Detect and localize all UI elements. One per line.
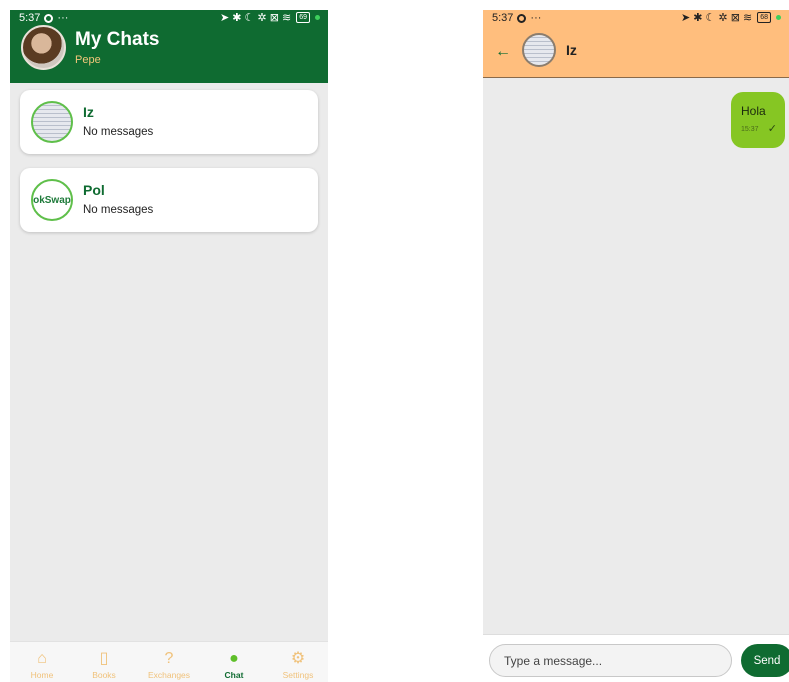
chat-avatar: okSwap [31,179,73,221]
book-icon: ▯ [99,650,109,667]
nav-exchanges[interactable]: ? Exchanges [137,642,201,682]
gear-icon: ⚙ [290,650,306,667]
nav-settings[interactable]: ⚙ Settings [266,642,328,682]
nav-label: Chat [224,670,244,680]
conversation-header: 5:37 ··· ➤ ✱ ☾ ✲ ⊠ ≋ 68 ← Iz [483,10,789,78]
battery-icon: 69 [296,12,310,23]
question-icon: ? [164,650,174,667]
nav-label: Settings [282,670,314,680]
chat-list-screen: 5:37 ··· ➤ ✱ ☾ ✲ ⊠ ≋ 69 My Chats Pepe Iz… [10,10,328,682]
home-icon: ⌂ [37,650,47,667]
status-time: 5:37 [19,12,41,24]
status-time: 5:37 [492,12,514,24]
status-icons: ➤ ✱ ☾ ✲ ⊠ ≋ [680,12,753,24]
chat-name: Pol [83,182,105,198]
send-button[interactable]: Send [741,644,789,677]
message-input[interactable] [489,644,732,677]
message-bubble: Hola 15:37 ✓ [731,92,785,148]
indicator-dot-icon [776,15,781,20]
indicator-dot-icon [315,15,320,20]
contact-name: Iz [566,42,577,58]
message-time: 15:37 [741,126,759,133]
status-extra: ··· [530,12,542,24]
chat-bubble-icon: ● [229,650,239,667]
nav-home[interactable]: ⌂ Home [10,642,74,682]
chat-name: Iz [83,104,94,120]
status-icons: ➤ ✱ ☾ ✲ ⊠ ≋ [219,12,292,24]
page-title: My Chats [75,29,160,50]
status-extra: ··· [57,12,69,24]
nav-chat[interactable]: ● Chat [202,642,266,682]
message-composer: Send [483,634,789,682]
nav-label: Books [92,670,116,680]
chat-avatar [31,101,73,143]
chat-item-pol[interactable]: okSwap Pol No messages [20,168,318,232]
message-text: Hola [741,104,766,118]
status-bar: 5:37 ··· ➤ ✱ ☾ ✲ ⊠ ≋ 69 [10,10,328,26]
contact-avatar[interactable] [522,33,556,67]
nav-books[interactable]: ▯ Books [72,642,136,682]
battery-icon: 68 [757,12,771,23]
chat-preview: No messages [83,204,154,216]
user-name: Pepe [75,54,101,66]
user-avatar[interactable] [21,25,66,70]
nav-label: Home [30,670,54,680]
bookswap-logo: okSwap [33,194,71,206]
notification-icon [44,13,54,23]
chat-list-header: 5:37 ··· ➤ ✱ ☾ ✲ ⊠ ≋ 69 My Chats Pepe [10,10,328,83]
chat-item-iz[interactable]: Iz No messages [20,90,318,154]
notification-icon [517,13,527,23]
conversation-screen: 5:37 ··· ➤ ✱ ☾ ✲ ⊠ ≋ 68 ← Iz Hola 15:37 … [483,10,789,682]
bottom-nav: ⌂ Home ▯ Books ? Exchanges ● Chat ⚙ Sett… [10,641,328,682]
nav-label: Exchanges [147,670,191,680]
back-arrow-icon[interactable]: ← [495,43,511,61]
check-icon: ✓ [767,123,777,135]
status-bar: 5:37 ··· ➤ ✱ ☾ ✲ ⊠ ≋ 68 [483,10,789,26]
chat-preview: No messages [83,126,154,138]
